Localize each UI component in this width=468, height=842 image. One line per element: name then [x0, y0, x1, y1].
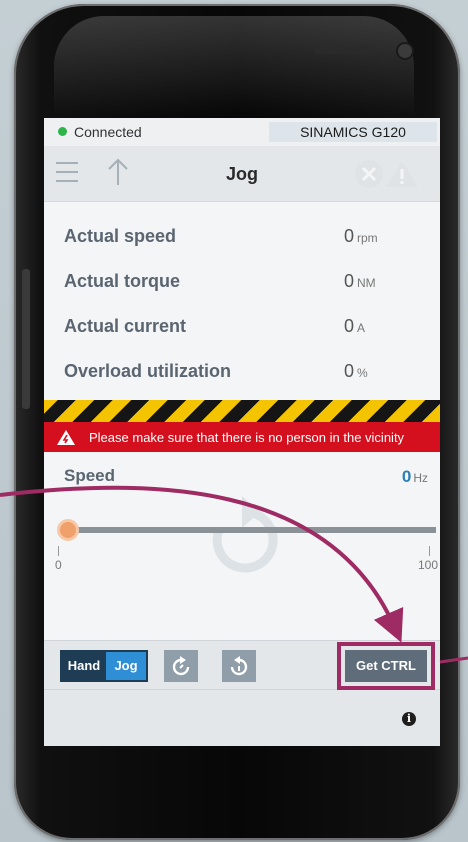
fault-icon — [355, 160, 383, 188]
phone-side-button — [22, 269, 30, 409]
jog-clockwise-button[interactable] — [164, 650, 198, 682]
hazard-stripes — [44, 400, 440, 422]
speed-slider-thumb[interactable] — [57, 519, 79, 541]
get-ctrl-button[interactable]: Get CTRL — [345, 650, 427, 682]
reading-row: Actual torque 0 NM — [64, 259, 426, 304]
rotate-clockwise-icon — [172, 656, 190, 676]
device-name: SINAMICS G120 — [269, 122, 437, 142]
slider-max-tick — [429, 546, 430, 556]
phone-camera — [398, 44, 412, 58]
connected-indicator — [58, 127, 67, 136]
slider-max-label: 100 — [418, 558, 439, 572]
rotate-counterclockwise-icon — [230, 656, 248, 676]
hand-mode-button[interactable]: Hand — [62, 652, 106, 680]
app-screen: Connected SINAMICS G120 Jog Actual speed… — [44, 118, 440, 746]
reading-value: 0 rpm — [344, 226, 378, 246]
reading-value: 0 NM — [344, 271, 376, 291]
connection-status-text: Connected — [74, 124, 142, 140]
reading-label: Overload utilization — [64, 361, 232, 381]
reading-value: 0% — [344, 361, 368, 381]
get-ctrl-highlight: Get CTRL — [337, 642, 435, 690]
readings-list: Actual speed 0 rpm Actual torque 0 NM Actu… — [44, 202, 440, 400]
rotation-watermark-icon — [212, 496, 278, 573]
fault-alarm-icons — [355, 160, 418, 188]
warning-text: Please make sure that there is no person… — [89, 430, 405, 445]
footer-bar: i — [44, 690, 440, 746]
speed-value: 0 Hz — [401, 467, 428, 486]
reading-label: Actual torque — [64, 271, 181, 291]
reading-label: Actual speed — [64, 226, 177, 246]
slider-min-tick — [58, 546, 59, 556]
reading-label: Actual current — [64, 316, 187, 336]
reading-row: Actual current 0A — [64, 304, 426, 349]
slider-min-label: 0 — [55, 558, 62, 572]
jog-mode-button[interactable]: Jog — [106, 652, 146, 680]
reading-row: Overload utilization 0% — [64, 349, 426, 394]
speed-slider-track[interactable] — [66, 527, 436, 533]
jog-counterclockwise-button[interactable] — [222, 650, 256, 682]
speed-label: Speed — [64, 466, 116, 485]
safety-warning-banner: Please make sure that there is no person… — [44, 422, 440, 452]
control-bar: Hand Jog Get CTRL — [44, 640, 440, 690]
phone-gloss — [54, 16, 414, 116]
info-icon[interactable]: i — [402, 712, 416, 726]
reading-value: 0A — [344, 316, 366, 336]
speed-section: Speed 0 Hz 0 100 — [44, 452, 440, 612]
hand-jog-toggle[interactable]: Hand Jog — [60, 650, 148, 682]
connection-status-bar: Connected SINAMICS G120 — [44, 118, 440, 146]
app-bar: Jog — [44, 146, 440, 202]
reading-row: Actual speed 0 rpm — [64, 214, 426, 259]
warning-triangle-icon — [57, 430, 75, 445]
phone-speaker — [314, 46, 374, 54]
